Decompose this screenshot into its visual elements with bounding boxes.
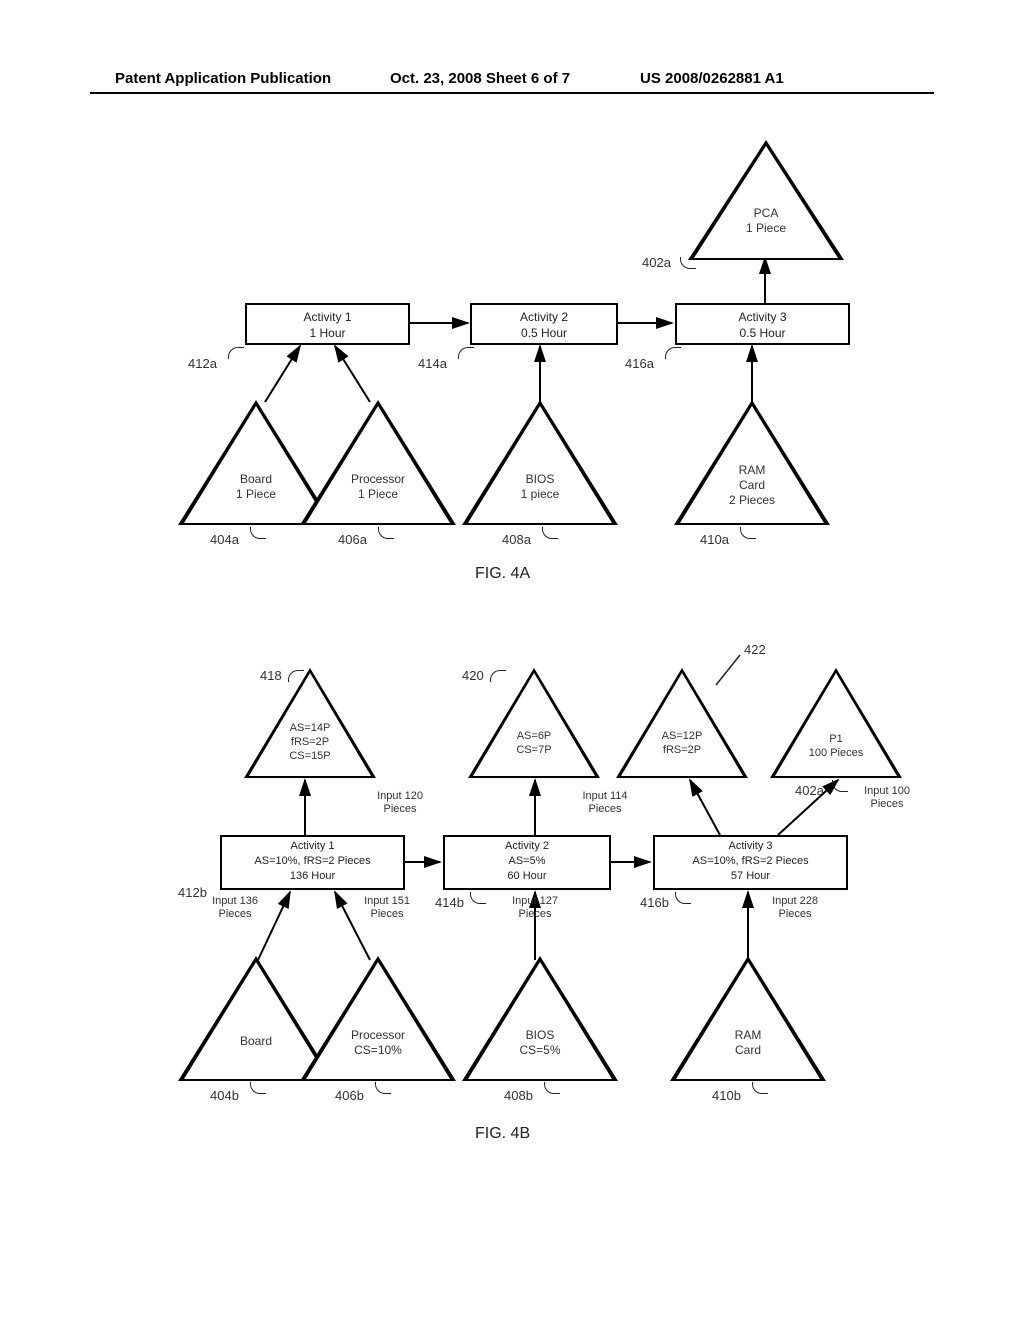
ref-404a: 404a	[210, 532, 239, 547]
figure-4a-caption: FIG. 4A	[475, 565, 530, 583]
hook-414a	[458, 347, 474, 359]
ref-406b: 406b	[335, 1088, 364, 1103]
hook-404b	[250, 1082, 266, 1094]
activity2-line1: Activity 2	[472, 309, 616, 325]
processor-line2: 1 Piece	[336, 487, 420, 502]
activity2-line2: 0.5 Hour	[472, 325, 616, 341]
figure-4b-caption: FIG. 4B	[475, 1125, 530, 1143]
bios-line2: 1 piece	[498, 487, 582, 502]
ref-404b: 404b	[210, 1088, 239, 1103]
activity2-box: Activity 2 0.5 Hour	[470, 303, 618, 345]
p1-l2: 100 Pieces	[792, 747, 880, 761]
processor-line1: Processor	[336, 472, 420, 487]
hook-408a	[542, 527, 558, 539]
activity3b-l1: Activity 3	[655, 839, 846, 854]
ref-422: 422	[744, 642, 766, 657]
biosb-l1: BIOS	[498, 1028, 582, 1043]
edge-in151: Input 151Pieces	[352, 895, 422, 921]
header-left: Patent Application Publication	[115, 70, 331, 87]
hook-410a	[740, 527, 756, 539]
hook-404a	[250, 527, 266, 539]
p1-l1: P1	[792, 733, 880, 747]
biosb-l2: CS=5%	[498, 1043, 582, 1058]
header-rule	[90, 92, 934, 94]
ref-406a: 406a	[338, 532, 367, 547]
hook-414b	[470, 892, 486, 904]
boardb-l1: Board	[214, 1034, 298, 1049]
tri422-l1: AS=12P	[644, 730, 720, 744]
pca-line2: 1 Piece	[726, 221, 806, 236]
ref-408a: 408a	[502, 532, 531, 547]
ref-412a: 412a	[188, 356, 217, 371]
bios-line1: BIOS	[498, 472, 582, 487]
hook-412a	[228, 347, 244, 359]
hook-406b	[375, 1082, 391, 1094]
activity1-line2: 1 Hour	[247, 325, 408, 341]
pca-line1: PCA	[726, 206, 806, 221]
ram-line2: Card	[710, 478, 794, 493]
hook-402a	[680, 257, 696, 269]
activity3-box: Activity 3 0.5 Hour	[675, 303, 850, 345]
ram-line3: 2 Pieces	[710, 493, 794, 508]
edge-in114: Input 114Pieces	[570, 790, 640, 816]
tri420-l2: CS=7P	[496, 744, 572, 758]
ref-414b: 414b	[435, 895, 464, 910]
activity2b-box: Activity 2 AS=5% 60 Hour	[443, 835, 611, 890]
activity3-line2: 0.5 Hour	[677, 325, 848, 341]
procb-l1: Processor	[336, 1028, 420, 1043]
edge-in136: Input 136Pieces	[200, 895, 270, 921]
tri418-l1: AS=14P	[272, 722, 348, 736]
tri418-l3: CS=15P	[272, 750, 348, 764]
figure-4b: 418 AS=14P fRS=2P CS=15P 420 AS=6P CS=7P…	[0, 630, 1024, 1230]
activity2b-l2: AS=5%	[445, 854, 609, 869]
activity1b-l3: 136 Hour	[222, 869, 403, 884]
ref-416a: 416a	[625, 356, 654, 371]
ref-410b: 410b	[712, 1088, 741, 1103]
figure-4a: PCA 1 Piece 402a Activity 1 1 Hour 412a …	[0, 140, 1024, 600]
edge-in120: Input 120Pieces	[365, 790, 435, 816]
activity2b-l3: 60 Hour	[445, 869, 609, 884]
hook-406a	[378, 527, 394, 539]
activity3b-l2: AS=10%, fRS=2 Pieces	[655, 854, 846, 869]
tri420-l1: AS=6P	[496, 730, 572, 744]
ref-416b: 416b	[640, 895, 669, 910]
ref-402a: 402a	[642, 255, 671, 270]
edge-in127: Input 127Pieces	[500, 895, 570, 921]
ref-414a: 414a	[418, 356, 447, 371]
activity1-box: Activity 1 1 Hour	[245, 303, 410, 345]
ref-408b: 408b	[504, 1088, 533, 1103]
activity3-line1: Activity 3	[677, 309, 848, 325]
fig4a-arrows	[0, 140, 1024, 600]
procb-l2: CS=10%	[336, 1043, 420, 1058]
activity2b-l1: Activity 2	[445, 839, 609, 854]
ref-402a-b: 402a	[795, 783, 824, 798]
ram-line1: RAM	[710, 463, 794, 478]
tri422-l2: fRS=2P	[644, 744, 720, 758]
hook-416b	[675, 892, 691, 904]
header-center: Oct. 23, 2008 Sheet 6 of 7	[390, 70, 570, 87]
tri418-l2: fRS=2P	[272, 736, 348, 750]
activity3b-box: Activity 3 AS=10%, fRS=2 Pieces 57 Hour	[653, 835, 848, 890]
edge-in228: Input 228Pieces	[760, 895, 830, 921]
board-line1: Board	[214, 472, 298, 487]
edge-in100: Input 100Pieces	[852, 785, 922, 811]
ramb-l1: RAM	[706, 1028, 790, 1043]
activity1b-l2: AS=10%, fRS=2 Pieces	[222, 854, 403, 869]
activity3b-l3: 57 Hour	[655, 869, 846, 884]
ramb-l2: Card	[706, 1043, 790, 1058]
hook-408b	[544, 1082, 560, 1094]
hook-402a-b	[832, 780, 848, 792]
hook-416a	[665, 347, 681, 359]
hook-410b	[752, 1082, 768, 1094]
activity1b-box: Activity 1 AS=10%, fRS=2 Pieces 136 Hour	[220, 835, 405, 890]
activity1-line1: Activity 1	[247, 309, 408, 325]
ref-410a: 410a	[700, 532, 729, 547]
activity1b-l1: Activity 1	[222, 839, 403, 854]
header-right: US 2008/0262881 A1	[640, 70, 784, 87]
board-line2: 1 Piece	[214, 487, 298, 502]
